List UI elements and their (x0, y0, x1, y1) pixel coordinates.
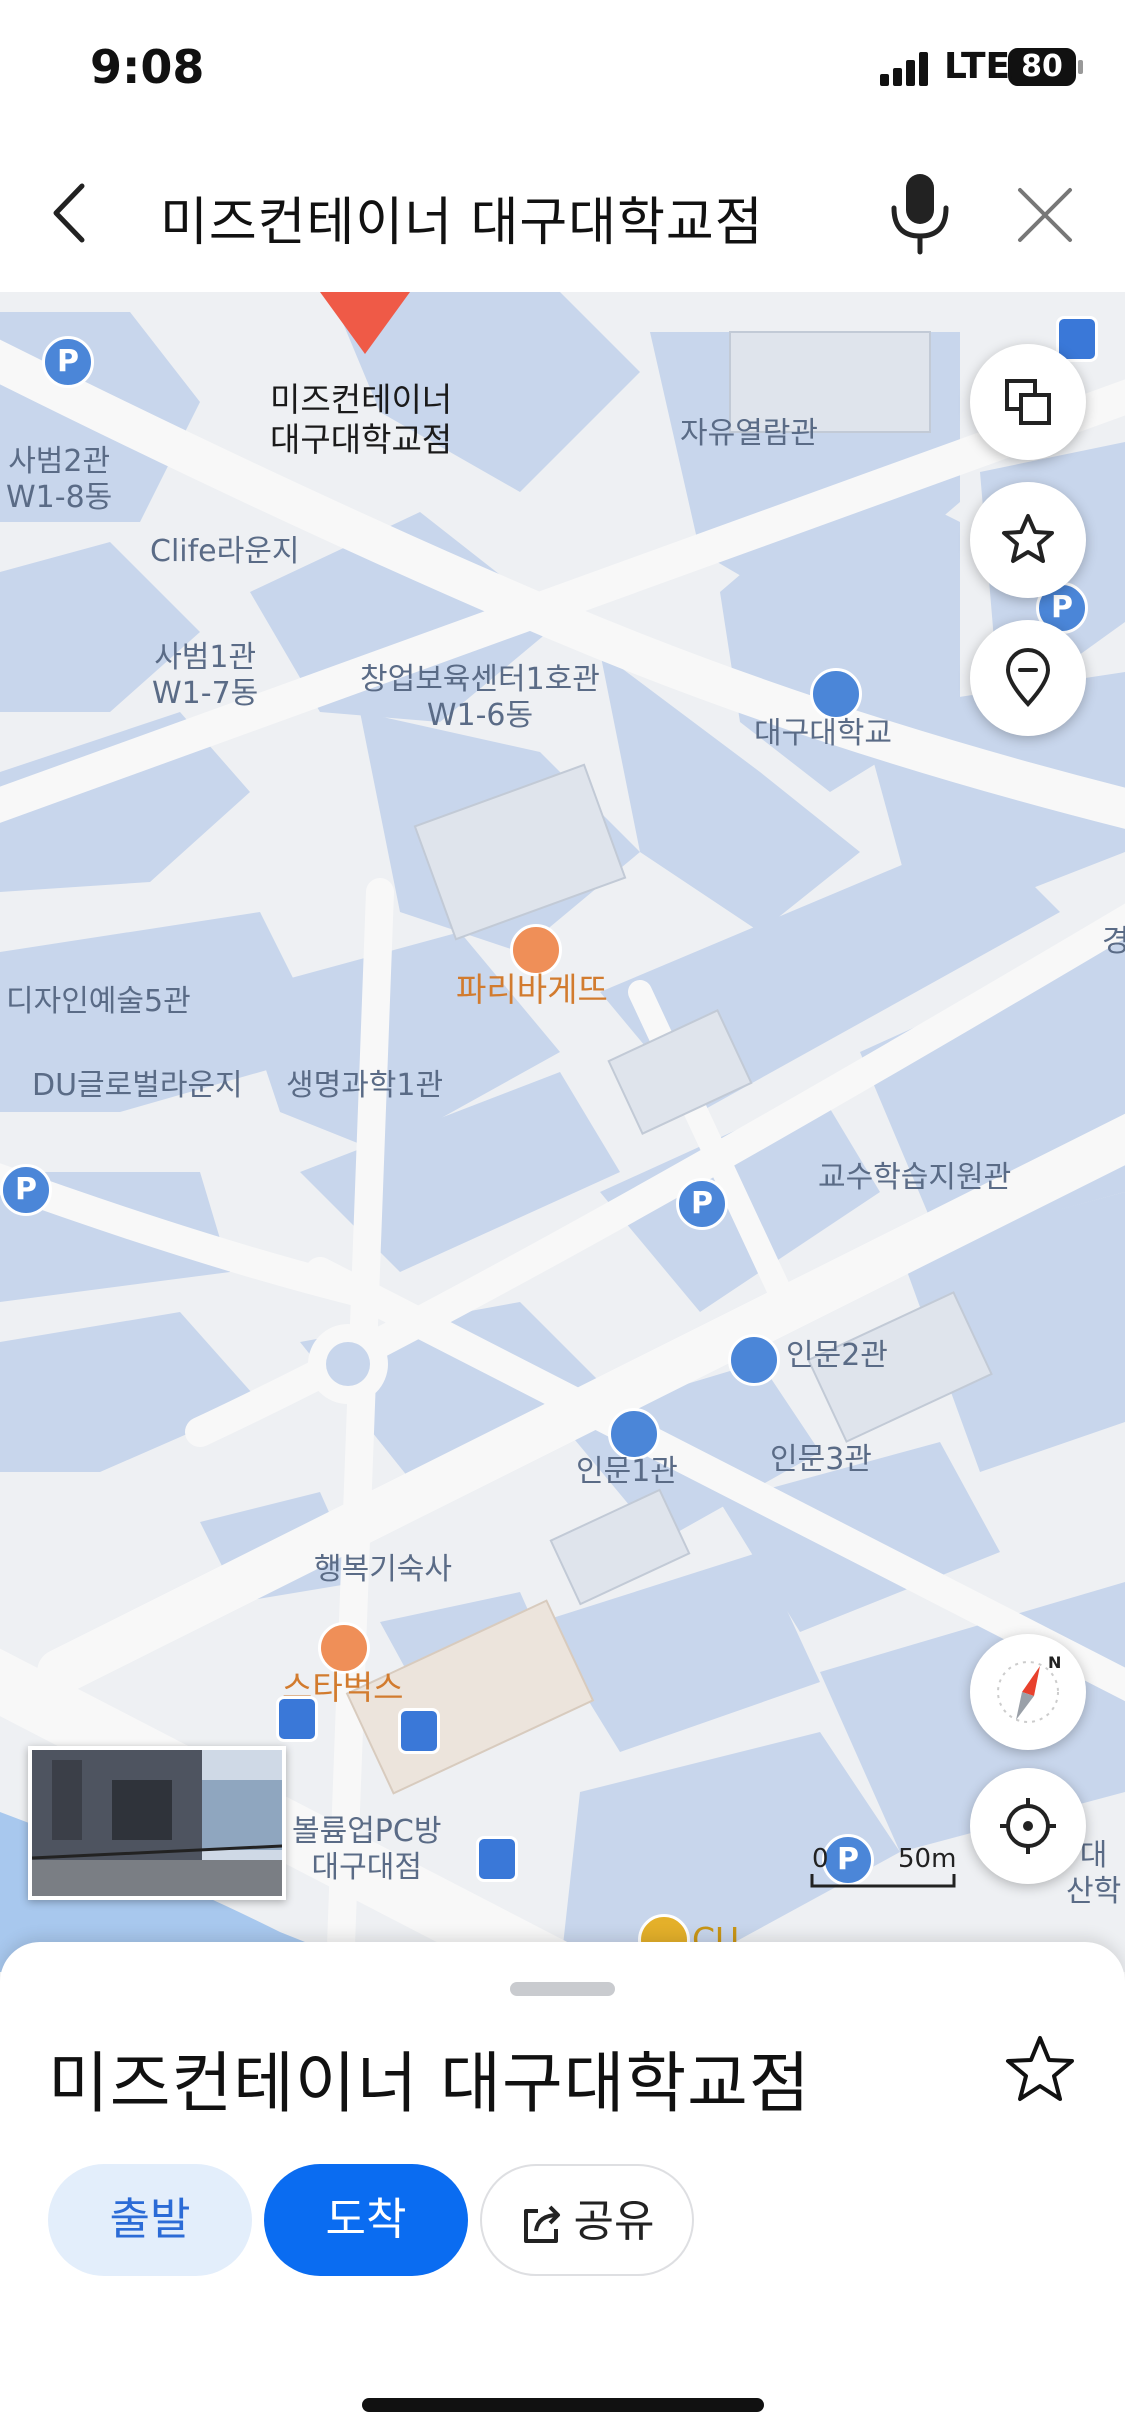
parking-icon[interactable]: P (42, 336, 94, 388)
back-button[interactable] (40, 178, 100, 248)
bakery-icon (510, 924, 562, 976)
label-line: W1-6동 (426, 698, 534, 733)
mic-icon (891, 174, 949, 255)
my-location-button[interactable] (970, 1768, 1086, 1884)
voice-search-button[interactable] (880, 168, 960, 258)
clear-search-button[interactable] (1010, 180, 1080, 250)
star-icon (1006, 2036, 1074, 2101)
scale-distance: 50m (898, 1844, 957, 1874)
map-label-edge-right1: 경 (1102, 924, 1125, 959)
map-layers-button[interactable] (970, 344, 1086, 460)
share-icon (523, 2205, 560, 2243)
label-line: 창업보육센터1호관 (360, 662, 600, 697)
map-label-sabeom1[interactable]: 사범1관 W1-7동 (152, 640, 258, 712)
label-line: 사범1관 (154, 640, 257, 675)
cafe-icon (318, 1622, 370, 1674)
search-query-text[interactable]: 미즈컨테이너 대구대학교점 (160, 180, 764, 255)
map-label-startup-center[interactable]: 창업보육센터1호관 W1-6동 (360, 662, 600, 734)
my-location-icon (1000, 1798, 1056, 1854)
signal-strength-icon (880, 50, 936, 86)
map-scale: 0 50m (808, 1844, 958, 1894)
map-label-design5[interactable]: 디자인예술5관 (6, 984, 191, 1020)
map-label-inmun1[interactable]: 인문1관 (576, 1454, 678, 1490)
selected-place-line1: 미즈컨테이너 (270, 380, 453, 419)
map-label-dorm[interactable]: 행복기숙사 (314, 1552, 452, 1588)
map-favorites-button[interactable] (970, 482, 1086, 598)
star-icon (1002, 514, 1054, 563)
map-view[interactable]: 미즈컨테이너 대구대학교점 사범2관 W1-8동 Clife라운지 사범1관 W… (0, 292, 1125, 1972)
battery-cap (1078, 60, 1083, 74)
bus-stop-icon[interactable] (276, 1696, 318, 1742)
place-title: 미즈컨테이너 대구대학교점 (48, 2045, 811, 2122)
map-label-sabeom2[interactable]: 사범2관 W1-8동 (6, 444, 112, 516)
label-line: 볼륨업PC방 (292, 1814, 442, 1849)
share-label: 공유 (573, 2196, 655, 2247)
map-label-free-reading[interactable]: 자유열람관 (680, 416, 818, 452)
location-pin-icon (1005, 648, 1051, 707)
map-label-daegu-univ[interactable]: 대구대학교 (754, 716, 892, 752)
university-icon (608, 1408, 660, 1460)
map-location-pin-button[interactable] (970, 620, 1086, 736)
university-icon (810, 668, 862, 720)
layers-icon (1005, 379, 1051, 425)
save-favorite-button[interactable] (1000, 2030, 1080, 2110)
home-indicator[interactable] (362, 2398, 764, 2412)
compass-button[interactable]: N (970, 1634, 1086, 1750)
parking-icon[interactable]: P (676, 1178, 728, 1230)
arrive-button[interactable]: 도착 (264, 2164, 468, 2276)
selected-place-line2: 대구대학교점 (270, 419, 453, 459)
label-line: 대구대점 (311, 1850, 422, 1885)
bus-stop-icon[interactable] (476, 1836, 518, 1882)
battery-level: 80 (1021, 49, 1063, 84)
map-label-pc-bang[interactable]: 볼륨업PC방 대구대점 (292, 1814, 441, 1886)
label-line: W1-8동 (6, 480, 113, 515)
depart-button[interactable]: 출발 (48, 2164, 252, 2276)
share-button[interactable]: 공유 (480, 2164, 694, 2276)
back-icon (53, 183, 85, 243)
network-type: LTE (944, 46, 1011, 87)
scale-zero: 0 (812, 1844, 829, 1874)
bus-stop-icon[interactable] (398, 1708, 440, 1754)
map-label-paris-baguette[interactable]: 파리바게뜨 (456, 970, 608, 1010)
battery-icon: 80 (1008, 48, 1076, 86)
street-view-image (32, 1750, 282, 1896)
sheet-grabber-handle[interactable] (510, 1982, 615, 1996)
map-label-prof-support[interactable]: 교수학습지원관 (818, 1160, 1011, 1196)
label-line: 산학 (1066, 1874, 1122, 1909)
university-icon (728, 1334, 780, 1386)
label-line: 사범2관 (8, 444, 111, 479)
map-label-clife[interactable]: Clife라운지 (150, 534, 299, 570)
compass-letter: N (1048, 1653, 1061, 1672)
parking-icon[interactable]: P (0, 1164, 52, 1216)
label-line: W1-7동 (152, 676, 259, 711)
map-label-inmun3[interactable]: 인문3관 (770, 1442, 872, 1478)
map-label-selected-place[interactable]: 미즈컨테이너 대구대학교점 (270, 380, 452, 459)
map-label-du-global[interactable]: DU글로벌라운지 (32, 1068, 243, 1104)
status-time: 9:08 (90, 40, 205, 94)
street-view-thumbnail[interactable] (28, 1746, 286, 1900)
map-label-life-science[interactable]: 생명과학1관 (286, 1068, 443, 1104)
close-icon (1018, 188, 1072, 242)
map-label-inmun2[interactable]: 인문2관 (786, 1338, 888, 1374)
compass-icon: N (997, 1653, 1061, 1723)
